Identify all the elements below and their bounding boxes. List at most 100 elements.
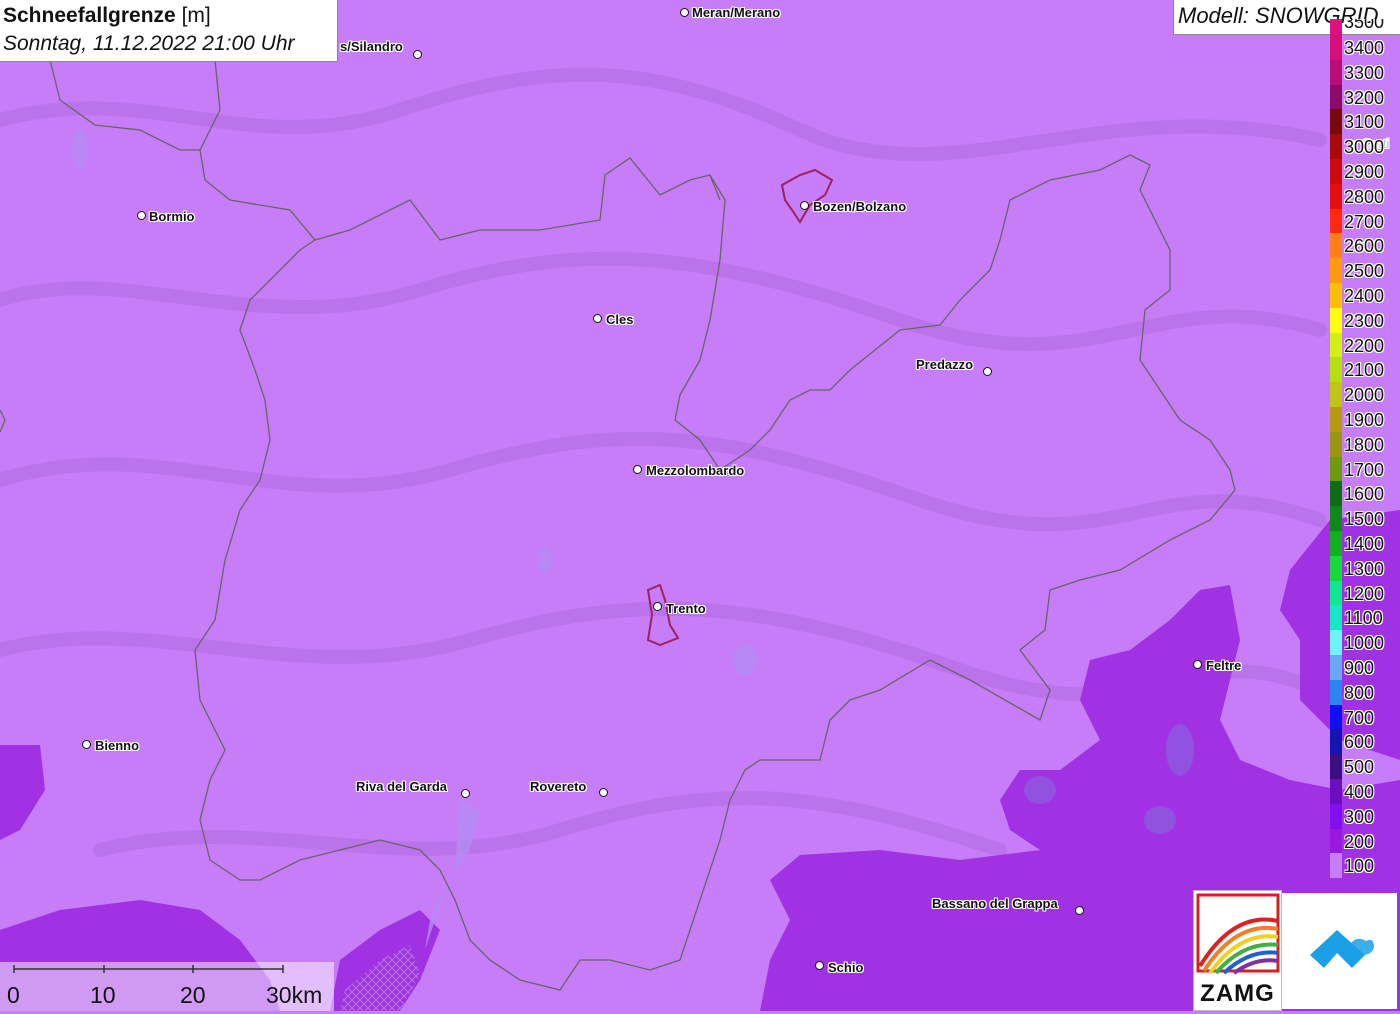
- city-bozen: Bozen/Bolzano: [813, 199, 907, 214]
- city-marker: [680, 8, 689, 17]
- map-title: Schneefallgrenze [m]: [3, 2, 337, 30]
- legend-label: 3100: [1344, 112, 1385, 133]
- legend-row: 3300: [1330, 59, 1400, 85]
- legend-swatch: [1330, 332, 1342, 358]
- city-marker: [461, 789, 470, 798]
- legend-row: 3100: [1330, 109, 1400, 135]
- city-rovereto: Rovereto: [530, 779, 587, 794]
- legend-swatch: [1330, 729, 1342, 755]
- city-marker: [653, 602, 662, 611]
- legend-row: 1000: [1330, 630, 1400, 655]
- legend-swatch: [1330, 84, 1342, 110]
- scale-label-20: 20: [180, 982, 206, 1008]
- legend-label: 600: [1344, 732, 1375, 753]
- scale-label-0: 0: [7, 982, 20, 1008]
- legend-label: 900: [1344, 658, 1375, 678]
- legend-row: 2100: [1330, 357, 1400, 383]
- city-meran: Meran/Merano: [692, 5, 781, 20]
- legend-label: 1400: [1344, 534, 1385, 554]
- legend-label: 1800: [1344, 434, 1385, 455]
- legend-label: 700: [1344, 707, 1375, 728]
- legend-label: 2300: [1344, 310, 1385, 331]
- legend-label: 2600: [1344, 236, 1385, 257]
- city-trento: Trento: [666, 601, 706, 616]
- legend-row: 500: [1330, 754, 1400, 779]
- legend-swatch: [1330, 779, 1342, 804]
- legend-label: 1500: [1344, 509, 1385, 530]
- legend-row: 1200: [1330, 580, 1400, 606]
- legend-swatch: [1330, 456, 1342, 482]
- legend-swatch: [1330, 431, 1342, 457]
- legend-row: 1500: [1330, 506, 1400, 531]
- legend-label: 1700: [1344, 459, 1385, 480]
- city-cles: Cles: [606, 312, 634, 327]
- legend-swatch: [1330, 605, 1342, 631]
- legend-swatch: [1330, 407, 1342, 432]
- legend-swatch: [1330, 183, 1342, 209]
- rainbow-icon: [1196, 893, 1280, 975]
- legend-row: 2500: [1330, 258, 1400, 283]
- city-marker: [599, 788, 608, 797]
- legend-row: 2000: [1330, 382, 1400, 407]
- legend-label: 2900: [1344, 162, 1385, 182]
- legend-row: 1300: [1330, 555, 1400, 581]
- legend-label: 2800: [1344, 186, 1385, 207]
- title-name: Schneefallgrenze: [3, 4, 176, 27]
- legend-swatch: [1330, 208, 1342, 234]
- legend-label: 2700: [1344, 211, 1385, 232]
- legend-row: 3000: [1330, 134, 1400, 159]
- legend-swatch: [1330, 679, 1342, 705]
- legend-label: 3000: [1344, 137, 1385, 158]
- legend-row: 1400: [1330, 531, 1400, 556]
- legend-label: 2000: [1344, 385, 1385, 406]
- city-silandro: s/Silandro: [340, 39, 403, 54]
- legend-swatch: [1330, 828, 1342, 854]
- zamg-logo[interactable]: ZAMG: [1193, 890, 1282, 1011]
- legend-swatch: [1330, 109, 1342, 135]
- legend-label: 500: [1344, 757, 1375, 778]
- scale-bar: 0 10 20 30km: [0, 962, 334, 1011]
- legend-row: 200: [1330, 828, 1400, 854]
- geosphere-logo[interactable]: [1282, 893, 1397, 1009]
- legend-swatch: [1330, 506, 1342, 531]
- legend-label: 1200: [1344, 583, 1385, 604]
- legend-label: 2100: [1344, 360, 1385, 381]
- map-datetime: Sonntag, 11.12.2022 21:00 Uhr: [3, 32, 295, 55]
- title-unit: [m]: [181, 4, 211, 27]
- legend-row: 1800: [1330, 431, 1400, 457]
- legend-row: 700: [1330, 704, 1400, 730]
- legend-row: 2400: [1330, 283, 1400, 308]
- legend-swatch: [1330, 531, 1342, 556]
- legend-swatch: [1330, 258, 1342, 283]
- city-marker: [137, 211, 146, 220]
- city-marker: [82, 740, 91, 749]
- city-marker: [633, 465, 642, 474]
- snowfall-limit-map[interactable]: [0, 0, 1400, 1011]
- scale-label-30km: 30km: [266, 982, 323, 1008]
- legend-swatch: [1330, 803, 1342, 829]
- legend-row: 1600: [1330, 481, 1400, 507]
- legend-swatch: [1330, 19, 1342, 35]
- legend-label: 3300: [1344, 62, 1385, 83]
- legend-swatch: [1330, 555, 1342, 581]
- legend-label: 400: [1344, 782, 1375, 802]
- legend-swatch: [1330, 307, 1342, 333]
- legend-label: 2400: [1344, 286, 1385, 306]
- legend-swatch: [1330, 382, 1342, 407]
- legend-row: 3400: [1330, 35, 1400, 60]
- city-bormio: Bormio: [149, 209, 195, 224]
- legend-row: 300: [1330, 803, 1400, 829]
- color-legend: 3500 3400 3300 3200 3100 3000 2900 2800 2700 260…: [1330, 19, 1400, 890]
- geosphere-logo-icon: [1310, 930, 1374, 968]
- legend-swatch: [1330, 59, 1342, 85]
- legend-label: 1300: [1344, 558, 1385, 579]
- legend-row-top: 3500: [1330, 19, 1400, 35]
- city-marker: [593, 314, 602, 323]
- legend-label: 3200: [1344, 87, 1385, 108]
- legend-label: 800: [1344, 682, 1375, 703]
- legend-swatch: [1330, 853, 1342, 879]
- legend-label: 2200: [1344, 335, 1385, 356]
- legend-label-top: 3500: [1344, 19, 1385, 32]
- legend-row: 2800: [1330, 183, 1400, 209]
- legend-row: 2600: [1330, 233, 1400, 259]
